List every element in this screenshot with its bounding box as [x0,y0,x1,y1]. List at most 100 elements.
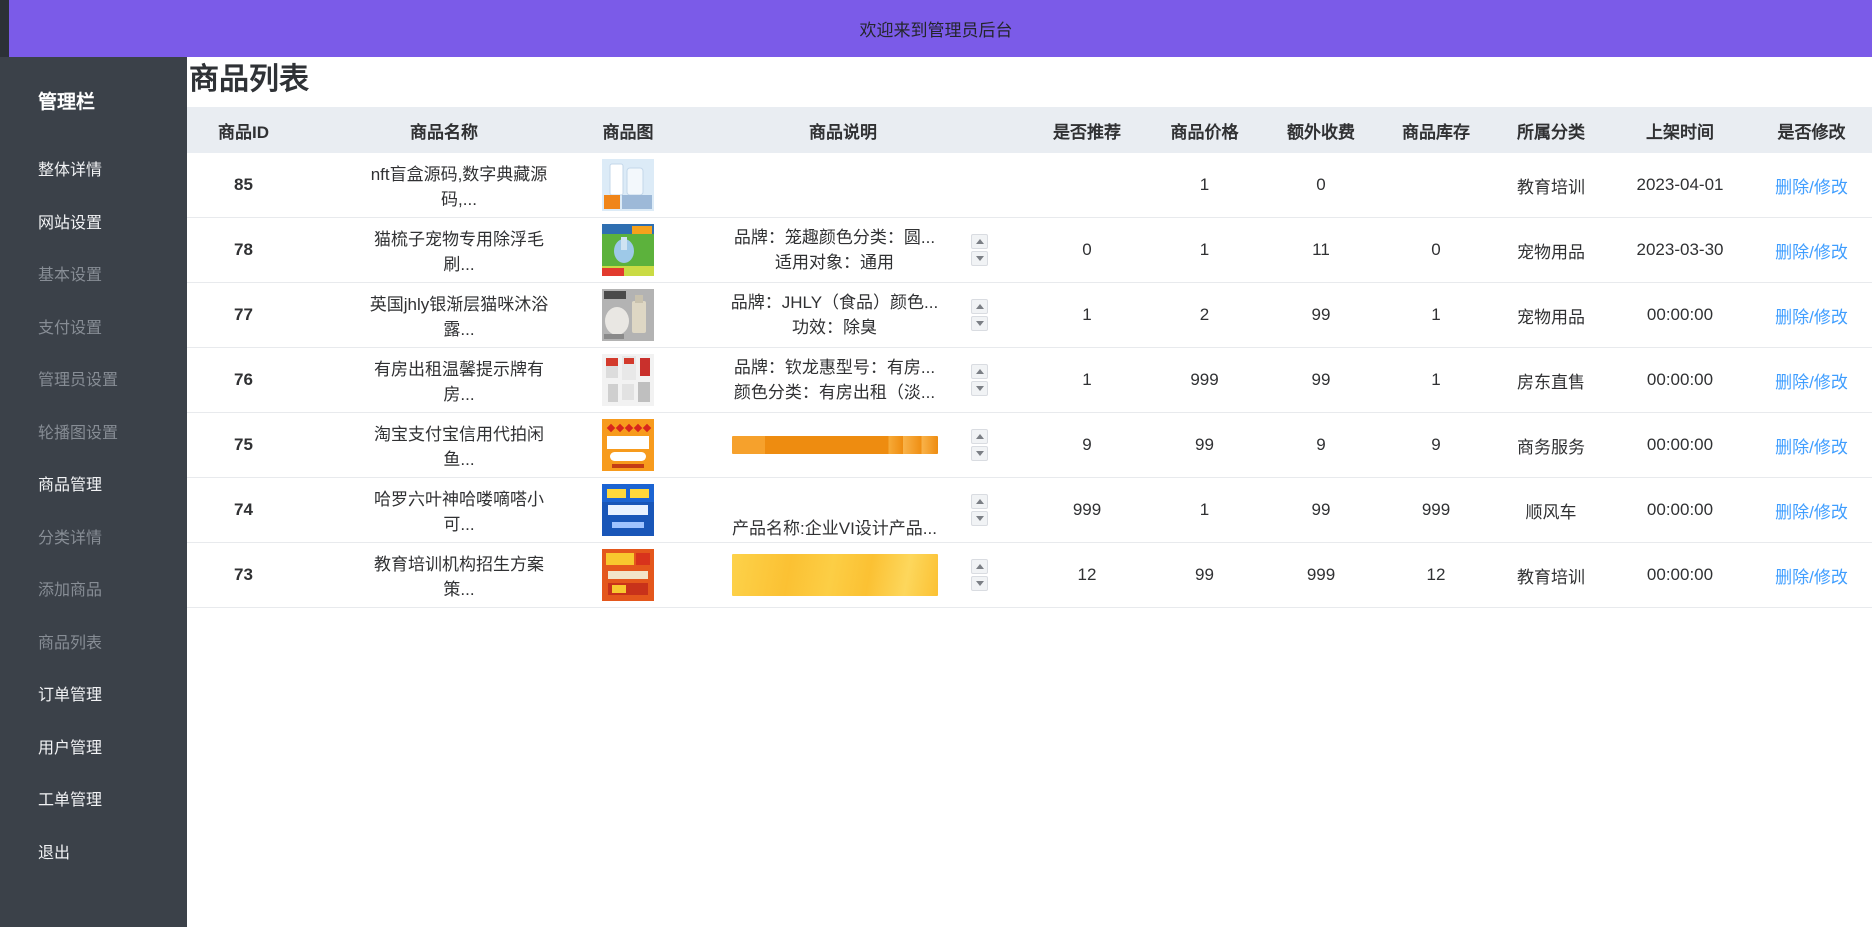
sidebar-item-3[interactable]: 基本设置 [0,250,187,303]
cell-shelf-time: 2023-03-30 [1609,218,1751,283]
sidebar-item-10[interactable]: 商品列表 [0,618,187,671]
spinner-down-button[interactable] [971,381,988,396]
table-row: 85nft盲盒源码,数字典藏源码,...10教育培训2023-04-01删除/修… [187,153,1872,218]
cell-category: 宠物用品 [1493,283,1609,348]
sidebar-item-4[interactable]: 支付设置 [0,303,187,356]
sidebar-item-13[interactable]: 工单管理 [0,775,187,828]
cell-actions: 删除/修改 [1751,283,1872,348]
quantity-spinner [971,429,988,461]
cell-product-name: 猫梳子宠物专用除浮毛刷... [300,218,558,283]
cell-product-name: 哈罗六叶神哈喽嘀嗒小可... [300,478,558,543]
triangle-up-icon [976,239,984,244]
cell-price: 1 [1146,478,1263,543]
spinner-up-button[interactable] [971,299,988,314]
delete-edit-link[interactable]: 删除/修改 [1775,303,1848,328]
cell-price: 1 [1146,153,1263,218]
cell-extra-fee: 99 [1263,283,1379,348]
spinner-up-button[interactable] [971,429,988,444]
cell-price: 2 [1146,283,1263,348]
sidebar-item-11[interactable]: 订单管理 [0,670,187,723]
triangle-down-icon [976,451,984,456]
product-thumbnail-rent-sign [602,354,654,406]
quantity-spinner [971,234,988,266]
cell-actions: 删除/修改 [1751,153,1872,218]
triangle-down-icon [976,386,984,391]
triangle-up-icon [976,304,984,309]
top-banner: 欢迎来到管理员后台 [0,0,1872,57]
delete-edit-link[interactable]: 删除/修改 [1775,433,1848,458]
spinner-down-button[interactable] [971,251,988,266]
column-header-10: 上架时间 [1609,118,1751,143]
cell-extra-fee: 0 [1263,153,1379,218]
cell-product-image [558,218,698,283]
spinner-down-button[interactable] [971,446,988,461]
triangle-up-icon [976,564,984,569]
column-header-4: 商品说明 [698,118,1028,143]
spinner-down-button[interactable] [971,576,988,591]
description-image-bar [732,436,938,454]
cell-stock [1379,153,1493,218]
spinner-up-button[interactable] [971,364,988,379]
delete-edit-link[interactable]: 删除/修改 [1775,238,1848,263]
sidebar-item-12[interactable]: 用户管理 [0,723,187,776]
cell-product-name: 有房出租温馨提示牌有房... [300,348,558,413]
spinner-up-button[interactable] [971,494,988,509]
cell-category: 教育培训 [1493,543,1609,608]
spinner-down-button[interactable] [971,316,988,331]
cell-product-desc [698,153,1028,218]
main-content: 商品列表 商品ID商品名称商品图商品说明是否推荐商品价格额外收费商品库存所属分类… [187,57,1872,927]
sidebar-item-6[interactable]: 轮播图设置 [0,408,187,461]
cell-category: 宠物用品 [1493,218,1609,283]
sidebar-item-7[interactable]: 商品管理 [0,460,187,513]
product-thumbnail-edu-poster [602,549,654,601]
table-row: 76有房出租温馨提示牌有房...品牌：钦龙惠型号：有房...颜色分类：有房出租（… [187,348,1872,413]
cell-product-image [558,283,698,348]
cell-shelf-time: 00:00:00 [1609,413,1751,478]
delete-edit-link[interactable]: 删除/修改 [1775,563,1848,588]
desc-line-1: 品牌：钦龙惠型号：有房... [734,355,935,380]
cell-recommend: 0 [1028,218,1146,283]
desc-text: 品牌：JHLY（食品）颜色...功效：除臭 [731,290,938,340]
sidebar-item-8[interactable]: 分类详情 [0,513,187,566]
sidebar-item-14[interactable]: 退出 [0,828,187,881]
desc-line-1: 品牌：笼趣颜色分类：圆... [734,225,935,250]
cell-actions: 删除/修改 [1751,413,1872,478]
cell-price: 99 [1146,543,1263,608]
desc-line-2: 颜色分类：有房出租（淡... [734,380,935,405]
desc-text: 品牌：笼趣颜色分类：圆...适用对象：通用 [734,225,935,275]
welcome-text: 欢迎来到管理员后台 [860,16,1013,41]
cell-stock: 12 [1379,543,1493,608]
cell-stock: 9 [1379,413,1493,478]
delete-edit-link[interactable]: 删除/修改 [1775,498,1848,523]
delete-edit-link[interactable]: 删除/修改 [1775,173,1848,198]
desc-line-1: 产品名称:企业VI设计产品... [732,516,937,541]
delete-edit-link[interactable]: 删除/修改 [1775,368,1848,393]
cell-product-desc: 品牌：笼趣颜色分类：圆...适用对象：通用 [698,218,1028,283]
cell-extra-fee: 99 [1263,348,1379,413]
quantity-spinner [971,364,988,396]
sidebar-item-2[interactable]: 网站设置 [0,198,187,251]
product-desc-content: 品牌：钦龙惠型号：有房...颜色分类：有房出租（淡... [698,348,971,413]
cell-recommend: 999 [1028,478,1146,543]
cell-recommend: 1 [1028,348,1146,413]
triangle-up-icon [976,434,984,439]
product-thumbnail-pet-brush [602,224,654,276]
sidebar-title: 管理栏 [38,91,187,115]
cell-price: 99 [1146,413,1263,478]
table-row: 78猫梳子宠物专用除浮毛刷...品牌：笼趣颜色分类：圆...适用对象：通用011… [187,218,1872,283]
cell-product-desc: 产品名称:企业VI设计产品... [698,478,1028,543]
cell-product-id: 78 [187,218,300,283]
spinner-up-button[interactable] [971,559,988,574]
desc-line-1: 品牌：JHLY（食品）颜色... [731,290,938,315]
sidebar-item-5[interactable]: 管理员设置 [0,355,187,408]
product-thumbnail-credit-service [602,419,654,471]
sidebar-item-9[interactable]: 添加商品 [0,565,187,618]
spinner-up-button[interactable] [971,234,988,249]
product-thumbnail-nft-blindbox [602,159,654,211]
cell-product-image [558,543,698,608]
sidebar-item-1[interactable]: 整体详情 [0,145,187,198]
cell-shelf-time: 00:00:00 [1609,478,1751,543]
spinner-down-button[interactable] [971,511,988,526]
product-desc-content: 产品名称:企业VI设计产品... [698,478,971,543]
desc-text: 品牌：钦龙惠型号：有房...颜色分类：有房出租（淡... [734,355,935,405]
